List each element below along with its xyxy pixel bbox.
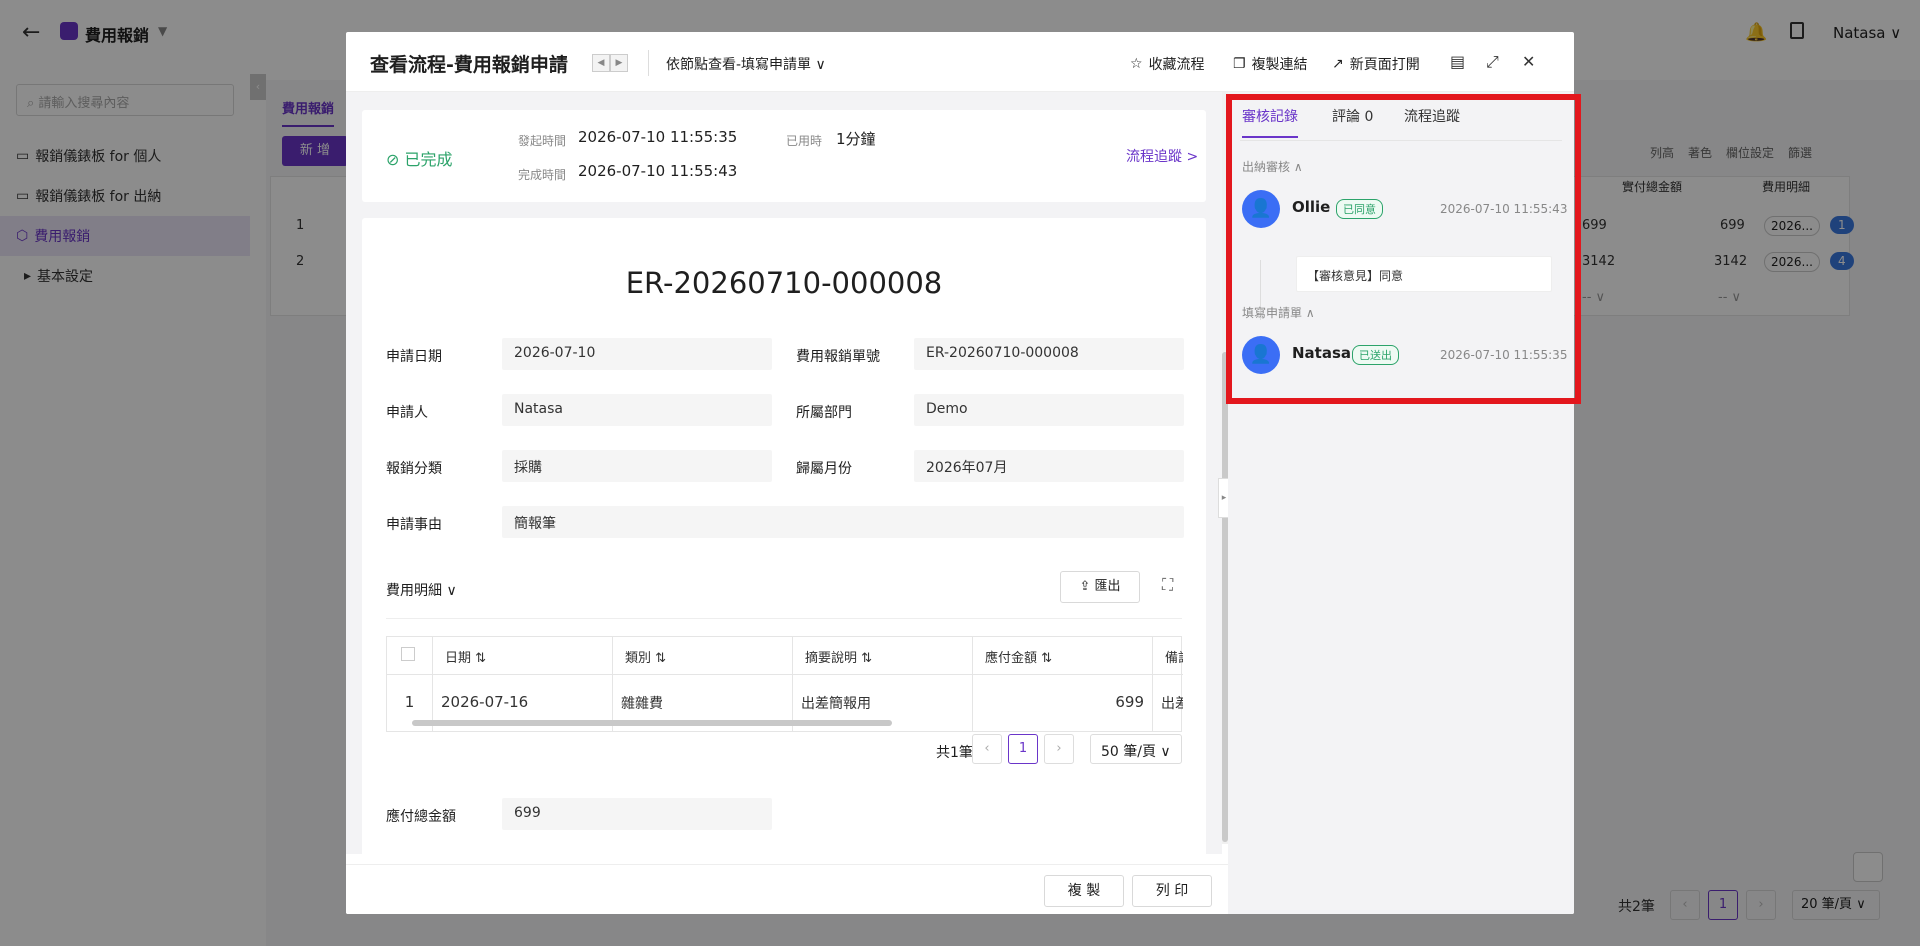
category-label: 報銷分類: [386, 461, 442, 477]
column-header-label: 日期: [445, 651, 472, 666]
favorite-label: 收藏流程: [1148, 57, 1205, 73]
reason-label: 申請事由: [386, 517, 442, 533]
total-label: 應付總金額: [386, 809, 456, 825]
expense-detail-title[interactable]: 費用明細 ∨: [386, 580, 457, 600]
reason-field: 簡報筆: [502, 506, 1184, 538]
prev-page-button[interactable]: ‹: [972, 734, 1002, 764]
month-label: 歸屬月份: [796, 461, 852, 477]
column-header-type[interactable]: 類別 ⇅: [613, 637, 793, 675]
column-header-amount[interactable]: 應付金額 ⇅: [973, 637, 1153, 675]
form-no-label: 費用報銷單號: [796, 349, 880, 365]
next-page-button[interactable]: ›: [1044, 734, 1074, 764]
department-field: Demo: [914, 394, 1184, 426]
page-size-value: 50 筆/頁: [1101, 744, 1156, 760]
column-header-label: 摘要說明: [805, 651, 858, 666]
document-number: ER-20260710-000008: [625, 266, 943, 300]
end-time-value: 2026-07-10 11:55:43: [578, 162, 738, 180]
modal-title: 查看流程-費用報銷申請: [370, 54, 568, 76]
open-new-page-button[interactable]: ↗ 新頁面打開: [1332, 54, 1420, 74]
export-button[interactable]: ⇪ 匯出: [1060, 571, 1140, 603]
prev-record-button[interactable]: ◀: [592, 54, 610, 72]
note-cell: 出差: [1161, 696, 1183, 712]
fullscreen-icon[interactable]: ⤢: [1486, 52, 1499, 72]
category-field: 採購: [502, 450, 772, 482]
select-all-checkbox[interactable]: [387, 637, 433, 675]
status-card: ⊘ 已完成 發起時間 2026-07-10 11:55:35 已用時 1分鐘 完…: [362, 110, 1206, 202]
column-header-label: 備註: [1165, 651, 1183, 666]
column-header-desc[interactable]: 摘要說明 ⇅: [793, 637, 973, 675]
modal-footer: 複 製 列 印: [346, 864, 1228, 914]
start-time-value: 2026-07-10 11:55:35: [578, 128, 738, 146]
copy-button[interactable]: 複 製: [1044, 875, 1124, 907]
divider: [648, 50, 649, 76]
form-no-field: ER-20260710-000008: [914, 338, 1184, 370]
favorite-button[interactable]: ☆ 收藏流程: [1130, 54, 1205, 74]
column-header-note[interactable]: 備註: [1153, 637, 1183, 675]
expense-detail-table: 日期 ⇅ 類別 ⇅ 摘要說明 ⇅ 應付金額 ⇅ 備註 1 2026-07-16 …: [386, 636, 1183, 732]
copy-link-button[interactable]: ❐ 複製連結: [1233, 54, 1308, 74]
panel-icon[interactable]: ▤: [1450, 52, 1465, 71]
status-text: 已完成: [404, 150, 453, 169]
start-time-label: 發起時間: [518, 134, 567, 148]
applicant-label: 申請人: [386, 405, 428, 421]
open-new-label: 新頁面打開: [1349, 57, 1420, 73]
upload-icon: ⇪: [1079, 579, 1095, 594]
print-button[interactable]: 列 印: [1132, 875, 1212, 907]
close-icon[interactable]: ✕: [1522, 52, 1535, 71]
page-button[interactable]: 1: [1008, 734, 1038, 764]
record-nav: ◀ ▶: [592, 54, 628, 72]
used-time-value: 1分鐘: [836, 130, 876, 148]
divider: [386, 618, 1182, 619]
column-header-label: 應付金額: [985, 651, 1038, 666]
table-horizontal-scrollbar[interactable]: [412, 720, 892, 726]
amount-cell: 699: [973, 675, 1153, 731]
detail-pager-total: 共1筆: [936, 745, 973, 761]
star-icon: ☆: [1130, 56, 1143, 72]
total-field: 699: [502, 798, 772, 830]
view-node-select[interactable]: 依節點查看-填寫申請單 ∨: [666, 54, 826, 74]
next-record-button[interactable]: ▶: [610, 54, 628, 72]
used-time-label: 已用時: [786, 134, 823, 148]
export-label: 匯出: [1094, 579, 1121, 594]
copy-link-label: 複製連結: [1251, 57, 1308, 73]
apply-date-label: 申請日期: [386, 349, 442, 365]
expand-table-icon[interactable]: ⛶: [1162, 575, 1173, 595]
status-complete: ⊘ 已完成: [386, 150, 453, 169]
applicant-field: Natasa: [502, 394, 772, 426]
external-link-icon: ↗: [1332, 56, 1344, 72]
form-panel: ⊘ 已完成 發起時間 2026-07-10 11:55:35 已用時 1分鐘 完…: [346, 92, 1222, 854]
department-label: 所屬部門: [796, 405, 852, 421]
modal-header: 查看流程-費用報銷申請 ◀ ▶ 依節點查看-填寫申請單 ∨ ☆ 收藏流程 ❐ 複製連…: [346, 32, 1574, 92]
column-header-label: 類別: [625, 651, 652, 666]
column-header-date[interactable]: 日期 ⇅: [433, 637, 613, 675]
form-card: ER-20260710-000008 申請日期 2026-07-10 費用報銷單…: [362, 218, 1206, 854]
end-time-label: 完成時間: [518, 168, 567, 182]
copy-icon: ❐: [1233, 56, 1246, 72]
page-size-select[interactable]: 50 筆/頁 ∨: [1090, 734, 1182, 764]
view-node-label: 依節點查看-填寫申請單: [666, 57, 812, 73]
trace-link[interactable]: 流程追蹤 >: [1126, 146, 1198, 166]
apply-date-field: 2026-07-10: [502, 338, 772, 370]
month-field: 2026年07月: [914, 450, 1184, 482]
highlight-box: [1226, 94, 1581, 404]
